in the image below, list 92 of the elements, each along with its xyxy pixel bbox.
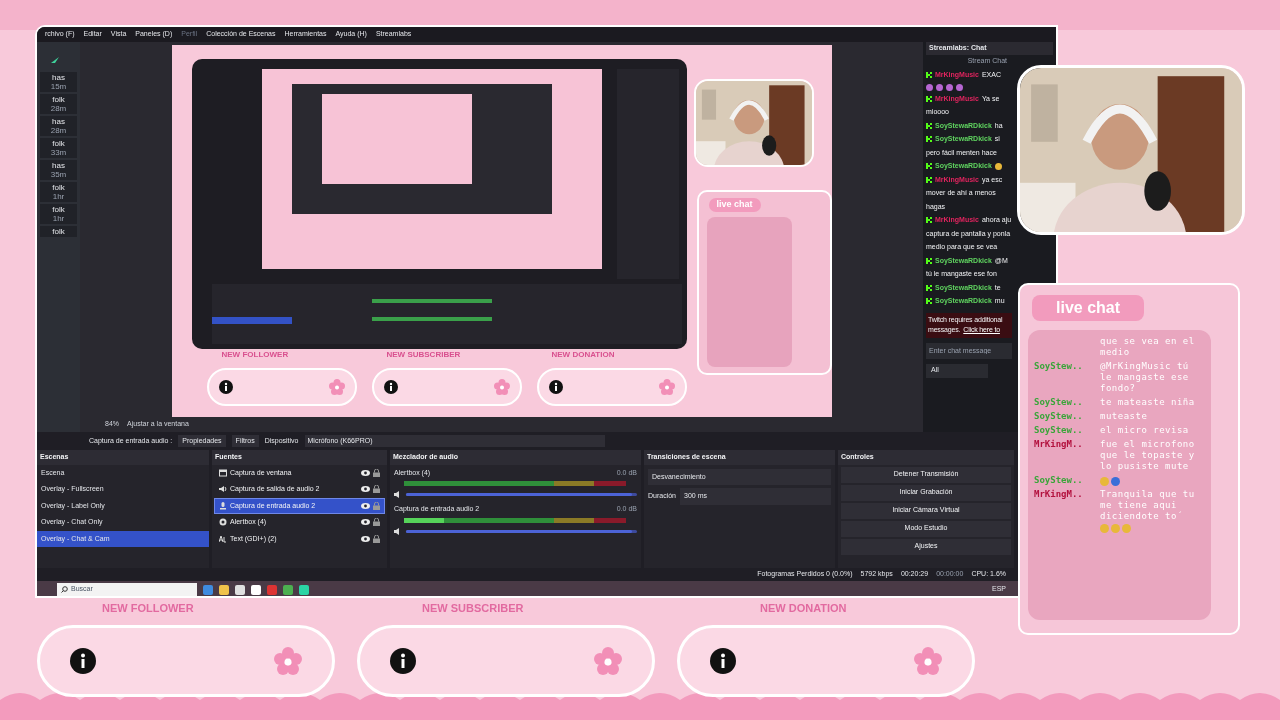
chat-message: Tranquila que tu me tiene aqui diciendote to´ [1100,489,1196,522]
flower-icon [658,379,675,395]
chat-message: @MrKingMusic tú le mangaste ese fondo? [1100,361,1190,394]
kick-icon [926,72,932,79]
info-icon [383,380,398,394]
feed-entry[interactable]: folk [40,226,77,237]
feed-entry[interactable]: folk 28m [40,94,77,114]
app-icon [299,584,309,595]
feed-name: folk [52,139,65,148]
alert-label: NEW FOLLOWER [221,349,289,361]
feed-time: 1hr [52,192,65,201]
live-chat-title: live chat [1032,295,1145,321]
window-icon [219,468,227,477]
chat-username: SoyStew.. [1034,475,1084,486]
kick-icon [926,95,932,102]
feed-entry[interactable]: folk 33m [40,138,77,158]
flower-icon [328,379,345,395]
feed-name: has [52,117,65,126]
chat-message: el micro revisa [1100,425,1189,436]
feed-entry[interactable]: has 15m [40,72,77,92]
chat-message: fue el microfono que le topaste y lo pusiste mute [1100,439,1196,472]
kick-icon [926,284,932,291]
chat-username: MrKingM.. [1034,489,1084,501]
chat-message: muteaste [1100,411,1148,422]
feed-name: has [52,161,65,170]
info-icon [548,380,563,394]
eye-icon[interactable] [361,469,370,476]
app-icon [219,584,229,595]
app-icon [267,584,277,595]
speaker-icon [394,527,402,535]
info-icon [70,648,96,674]
kick-icon [926,217,932,224]
feed-entry[interactable]: has 35m [40,160,77,180]
feed-name: has [52,73,65,82]
chat-username: SoyStew.. [1034,397,1084,408]
feed-name: folk [52,183,65,192]
app-icon [203,584,213,595]
flower-icon [594,647,622,675]
feed-time: 28m [50,104,67,113]
feed-name: folk [52,227,65,236]
chat-username: SoyStew.. [1034,411,1084,422]
eye-icon[interactable] [361,486,370,493]
search-icon [61,586,68,593]
feed-entry[interactable]: has 28m [40,116,77,136]
feed-entry[interactable]: folk 1hr [40,204,77,224]
eye-icon[interactable] [361,502,370,509]
feed-name: folk [52,95,65,104]
chat-message: que se vea en el medio [1100,336,1196,358]
app-icon [251,584,261,595]
text-icon [219,534,227,543]
feed-time: 15m [50,82,67,91]
lock-icon[interactable] [373,468,380,477]
info-icon [390,648,416,674]
eye-icon[interactable] [361,519,370,526]
info-icon [218,380,233,394]
eye-icon[interactable] [361,535,370,542]
chat-username: SoyStew.. [1034,425,1084,436]
kick-icon [926,136,932,143]
chat-message: te mateaste niña [1100,397,1195,408]
alert-label: NEW DONATION [760,601,847,616]
flower-icon [914,647,942,675]
microphone-icon [219,501,227,510]
flower-icon [274,647,302,675]
chat-username: MrKingM.. [1034,439,1084,451]
globe-icon [219,518,227,527]
kick-icon [926,122,932,129]
alert-label: NEW FOLLOWER [102,601,194,616]
kick-icon [926,163,932,170]
chat-overlay-title: live chat [708,198,761,212]
send-icon [50,56,60,64]
feed-time: 1hr [52,214,65,223]
alert-label: NEW SUBSCRIBER [422,601,524,616]
speaker-icon [394,491,402,498]
alert-label: NEW SUBSCRIBER [386,349,461,361]
lock-icon[interactable] [373,534,380,543]
app-icon [235,584,245,595]
lock-icon[interactable] [373,518,380,527]
feed-time: 33m [50,148,67,157]
kick-icon [926,176,932,183]
kick-icon [926,257,932,264]
alert-label: NEW DONATION [551,349,615,361]
feed-time: 35m [50,170,67,179]
chat-username: SoyStew.. [1034,361,1084,373]
feed-entry[interactable]: folk 1hr [40,182,77,202]
feed-time: 28m [50,126,67,135]
info-icon [710,648,736,674]
speaker-icon [219,485,227,494]
flower-icon [493,379,510,395]
app-icon [283,584,293,595]
feed-name: folk [52,205,65,214]
kick-icon [926,298,932,305]
lock-icon[interactable] [373,485,380,494]
